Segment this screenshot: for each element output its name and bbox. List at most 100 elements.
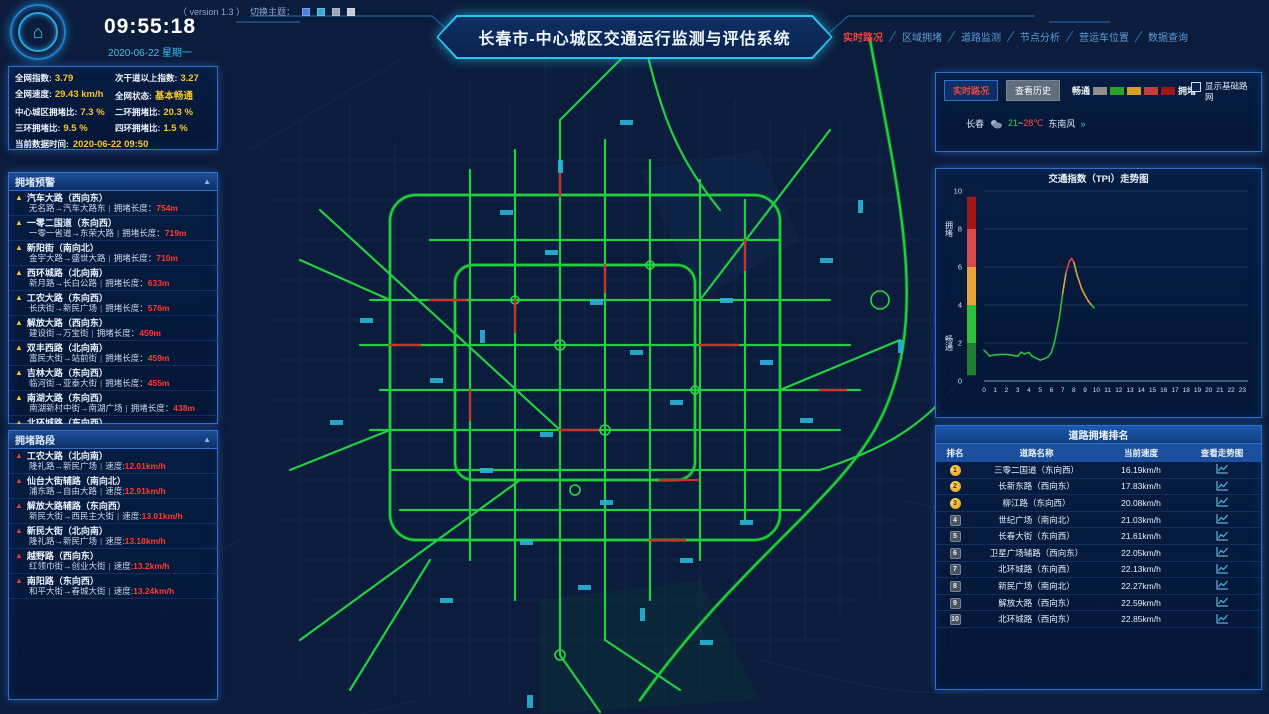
- title-banner: 长春市-中心城区交通运行监测与评估系统: [436, 15, 832, 59]
- trend-chart-icon[interactable]: [1216, 480, 1229, 493]
- trend-chart-icon[interactable]: [1216, 563, 1229, 576]
- trend-chart-icon[interactable]: [1216, 530, 1229, 543]
- stat-value: 基本畅通: [155, 88, 193, 102]
- road-name: 吉林大路（东向西）: [27, 368, 108, 378]
- rank-badge: 1: [950, 465, 961, 476]
- svg-text:19: 19: [1194, 387, 1202, 394]
- warning-triangle-icon: ▲: [15, 452, 23, 460]
- warning-triangle-icon: ▲: [15, 194, 23, 202]
- road-name: 北环城路（东向西）: [974, 563, 1099, 575]
- road-ranking-panel: 道路拥堵排名 排名 道路名称 当前速度 查看走势图 1三零二国道（东向西）16.…: [935, 425, 1262, 690]
- list-item[interactable]: ▲一零二国道（东向西）一零一省道→东荣大路|拥堵长度：719m: [9, 216, 217, 241]
- temp-low: 21: [1008, 118, 1018, 128]
- svg-text:9: 9: [1083, 387, 1087, 394]
- nav-item-realtime[interactable]: 实时路况: [834, 29, 892, 44]
- svg-text:6: 6: [958, 263, 962, 272]
- warning-triangle-icon: ▲: [15, 527, 23, 535]
- trend-chart-icon[interactable]: [1216, 596, 1229, 609]
- current-speed: 22.59km/h: [1099, 598, 1183, 608]
- checkbox-label: 显示基础路网: [1205, 81, 1253, 103]
- metric-label: 速度:: [114, 561, 133, 571]
- rank-badge: 4: [950, 515, 961, 526]
- table-row: 9解放大路（西向东）22.59km/h: [936, 595, 1261, 612]
- list-item[interactable]: ▲吉林大路（东向西）临河街→亚泰大街|拥堵长度：455m: [9, 366, 217, 391]
- header-bar: ⌂ （ version 1.3 ） 切换主题： 09:55:18 2020-06…: [0, 0, 1269, 62]
- traffic-legend: 畅通 拥堵: [1072, 84, 1196, 97]
- trend-chart-icon[interactable]: [1216, 513, 1229, 526]
- warning-triangle-icon: ▲: [15, 369, 23, 377]
- trend-chart-icon[interactable]: [1216, 613, 1229, 626]
- home-button[interactable]: ⌂: [10, 4, 66, 60]
- metric-value: 459m: [139, 328, 161, 338]
- weather-more-arrow[interactable]: »: [1080, 119, 1085, 129]
- list-item[interactable]: ▲汽车大路（西向东）无名路→汽车大路东|拥堵长度：754m: [9, 191, 217, 216]
- nav-item-node-analysis[interactable]: 节点分析: [1011, 29, 1069, 44]
- metric-label: 拥堵长度：: [105, 278, 148, 288]
- road-segment: 新民大街→西民主大街: [29, 511, 114, 521]
- trend-chart-icon[interactable]: [1216, 496, 1229, 509]
- list-item[interactable]: ▲新阳街（南向北）金宇大路→盛世大路|拥堵长度：710m: [9, 241, 217, 266]
- panel-title: 拥堵路段: [15, 432, 55, 447]
- svg-text:16: 16: [1160, 387, 1168, 394]
- theme-swatch-4[interactable]: [347, 8, 355, 16]
- home-button-ring: ⌂: [18, 12, 58, 52]
- table-row: 3柳江路（东向西）20.08km/h: [936, 495, 1261, 512]
- svg-text:4: 4: [1027, 387, 1031, 394]
- metric-value: 710m: [156, 253, 178, 263]
- list-item[interactable]: ▲北环城路（东向西）北人民大街→北凯旋路|拥堵长度：436m: [9, 416, 217, 424]
- list-item[interactable]: ▲解放大路（西向东）建设街→万宝街|拥堵长度：459m: [9, 316, 217, 341]
- stat-value: 3.79: [55, 73, 74, 84]
- list-item[interactable]: ▲仙台大街辅路（南向北）浦东路→自由大路|速度:12.91km/h: [9, 474, 217, 499]
- theme-swatch-2[interactable]: [317, 8, 325, 16]
- table-row: 2长新东路（西向东）17.83km/h: [936, 479, 1261, 496]
- roadnet-control-panel: 实时路况 查看历史 畅通 拥堵 显示基础路网 长春 21~28℃ 东南风 »: [935, 72, 1262, 152]
- metric-label: 拥堵长度：: [97, 328, 140, 338]
- checkbox-icon[interactable]: [1191, 82, 1201, 92]
- metric-label: 速度:: [105, 536, 124, 546]
- list-item[interactable]: ▲解放大路辅路（东向西）新民大街→西民主大街|速度:13.01km/h: [9, 499, 217, 524]
- collapse-arrow-icon[interactable]: ▲: [203, 177, 211, 186]
- temp-high: 28℃: [1023, 118, 1043, 128]
- metric-value: 459m: [148, 353, 170, 363]
- trend-chart-icon[interactable]: [1216, 546, 1229, 559]
- list-item[interactable]: ▲双丰西路（北向南）富民大街→站前街|拥堵长度：459m: [9, 341, 217, 366]
- theme-swatch-1[interactable]: [302, 8, 310, 16]
- list-item[interactable]: ▲南阳路（东向西）和平大街→春城大街|速度:13.24km/h: [9, 574, 217, 599]
- table-row: 7北环城路（东向西）22.13km/h: [936, 562, 1261, 579]
- road-segment: 浦东路→自由大路: [29, 486, 97, 496]
- current-speed: 22.27km/h: [1099, 581, 1183, 591]
- road-name: 南阳路（东向西）: [27, 576, 99, 586]
- congestion-warning-panel: 拥堵预警 ▲ ▲汽车大路（西向东）无名路→汽车大路东|拥堵长度：754m▲一零二…: [8, 172, 218, 424]
- trend-chart-icon[interactable]: [1216, 463, 1229, 476]
- list-item[interactable]: ▲工农大路（北向南）隆礼路→新民广场|速度:12.01km/h: [9, 449, 217, 474]
- list-item[interactable]: ▲工农大路（东向西）长庆街→新民广场|拥堵长度：576m: [9, 291, 217, 316]
- svg-text:23: 23: [1239, 387, 1247, 394]
- road-name: 新阳街（南向北）: [27, 243, 99, 253]
- legend-swatch: [1144, 87, 1158, 95]
- list-item[interactable]: ▲西环城路（北向南）新月路→长白公路|拥堵长度：633m: [9, 266, 217, 291]
- svg-text:18: 18: [1183, 387, 1191, 394]
- stat-value: 20.3 %: [163, 107, 193, 118]
- nav-item-data-query[interactable]: 数据查询: [1139, 29, 1197, 44]
- road-name: 解放大路（西向东）: [27, 318, 108, 328]
- list-item[interactable]: ▲南湖大路（东向西）南湖新村中街→南湖广场|拥堵长度：438m: [9, 391, 217, 416]
- warning-triangle-icon: ▲: [15, 269, 23, 277]
- collapse-arrow-icon[interactable]: ▲: [203, 435, 211, 444]
- list-item[interactable]: ▲新民大街（北向南）隆礼路→新民广场|速度:13.18km/h: [9, 524, 217, 549]
- nav-item-vehicle-location[interactable]: 营运车位置: [1070, 29, 1138, 44]
- warning-triangle-icon: ▲: [15, 344, 23, 352]
- list-item[interactable]: ▲越野路（西向东）红领巾街→创业大街|速度:13.2km/h: [9, 549, 217, 574]
- theme-swatch-3[interactable]: [332, 8, 340, 16]
- legend-smooth-label: 畅通: [1072, 84, 1090, 97]
- metric-label: 拥堵长度：: [131, 403, 174, 413]
- nav-item-road-monitor[interactable]: 道路监测: [952, 29, 1010, 44]
- show-basemap-checkbox[interactable]: 显示基础路网: [1191, 81, 1253, 103]
- svg-text:4: 4: [958, 301, 962, 310]
- tab-realtime-traffic[interactable]: 实时路况: [944, 80, 998, 101]
- stat-value: 9.5 %: [63, 123, 87, 134]
- current-speed: 20.08km/h: [1099, 498, 1183, 508]
- nav-item-region[interactable]: 区域拥堵: [893, 29, 951, 44]
- trend-chart-icon[interactable]: [1216, 579, 1229, 592]
- tab-view-history[interactable]: 查看历史: [1006, 80, 1060, 101]
- congestion-list: ▲工农大路（北向南）隆礼路→新民广场|速度:12.01km/h▲仙台大街辅路（南…: [9, 449, 217, 700]
